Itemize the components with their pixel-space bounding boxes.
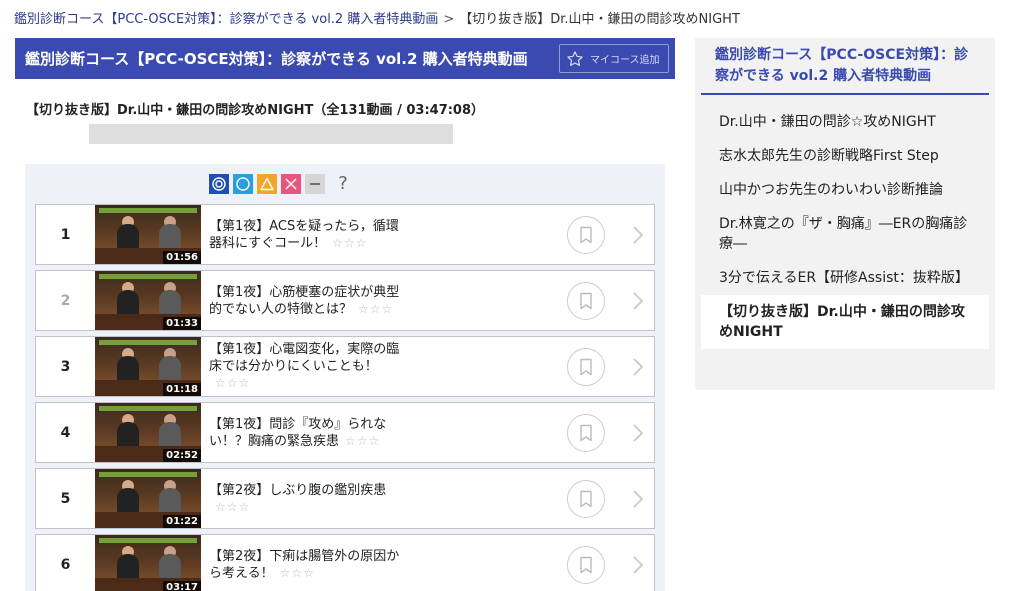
breadcrumb-separator: >: [443, 12, 455, 27]
chevron-right-icon[interactable]: [632, 357, 644, 377]
video-number: 2: [60, 292, 71, 309]
double-circle-icon: [212, 177, 226, 191]
video-number: 5: [60, 490, 71, 507]
video-number: 1: [60, 226, 71, 243]
sidebar-list: Dr.山中・鎌田の問診☆攻めNIGHT 志水太郎先生の診断戦略First Ste…: [695, 105, 995, 349]
video-title-block: 【第1夜】心電図変化，実際の臨床では分かりにくいことも！ ☆☆☆: [209, 341, 409, 392]
video-rating-stars[interactable]: ☆☆☆: [332, 236, 367, 250]
filter-help-icon[interactable]: ?: [333, 174, 353, 194]
add-mycourse-label: マイコース追加: [590, 55, 660, 66]
video-duration: 03:17: [163, 581, 201, 591]
video-title-block: 【第1夜】問診『攻め』られない！？胸痛の緊急疾患 ☆☆☆: [209, 416, 409, 450]
bookmark-button[interactable]: [567, 348, 605, 386]
rating-filters: ?: [209, 174, 353, 194]
video-list-panel: ? 1 01:56 【第1夜】ACSを疑ったら，循環器科にすぐコール！ ☆☆☆ 2 01:…: [25, 164, 665, 591]
course-header: 鑑別診断コース【PCC-OSCE対策】：診察ができる vol.2 購入者特典動画…: [15, 38, 675, 79]
bookmark-button[interactable]: [567, 480, 605, 518]
breadcrumb-course-link[interactable]: 鑑別診断コース【PCC-OSCE対策】：診察ができる vol.2 購入者特典動画: [14, 12, 438, 27]
chevron-right-icon[interactable]: [632, 225, 644, 245]
course-title: 鑑別診断コース【PCC-OSCE対策】：診察ができる vol.2 購入者特典動画: [25, 50, 528, 68]
video-title-block: 【第1夜】ACSを疑ったら，循環器科にすぐコール！ ☆☆☆: [209, 218, 409, 252]
chevron-right-icon[interactable]: [632, 489, 644, 509]
video-title: 【第1夜】心電図変化，実際の臨床では分かりにくいことも！: [209, 342, 400, 374]
video-row[interactable]: 2 01:33 【第1夜】心筋梗塞の症状が典型的でない人の特徴とは？ ☆☆☆: [35, 270, 655, 331]
video-duration: 01:18: [163, 383, 201, 396]
video-thumbnail[interactable]: 01:18: [95, 337, 201, 396]
progress-bar: [89, 124, 453, 144]
video-duration: 01:33: [163, 317, 201, 330]
sidebar-item-yamanaka[interactable]: 山中かつお先生のわいわい診断推論: [695, 173, 995, 207]
chevron-right-icon[interactable]: [632, 291, 644, 311]
bookmark-button[interactable]: [567, 414, 605, 452]
bookmark-button[interactable]: [567, 282, 605, 320]
dash-icon: [310, 183, 320, 185]
filter-dash[interactable]: [305, 174, 325, 194]
add-mycourse-button[interactable]: マイコース追加: [559, 44, 669, 73]
video-title: 【第2夜】しぶり腹の鑑別疾患: [209, 482, 387, 498]
filter-triangle[interactable]: [257, 174, 277, 194]
video-rating-stars[interactable]: ☆☆☆: [358, 302, 393, 316]
bookmark-icon: [580, 556, 592, 574]
breadcrumb-current: 【切り抜き版】Dr.山中・鎌田の問診攻めNIGHT: [459, 12, 740, 27]
breadcrumb: 鑑別診断コース【PCC-OSCE対策】：診察ができる vol.2 購入者特典動画…: [14, 8, 740, 27]
bookmark-icon: [580, 292, 592, 310]
video-title-block: 【第2夜】しぶり腹の鑑別疾患 ☆☆☆: [209, 482, 409, 516]
bookmark-icon: [580, 358, 592, 376]
bookmark-button[interactable]: [567, 216, 605, 254]
filter-circle[interactable]: [233, 174, 253, 194]
sidebar-item-3min-er[interactable]: 3分で伝えるER【研修Assist：抜粋版】: [695, 261, 995, 295]
cross-icon: [285, 178, 297, 190]
video-row[interactable]: 6 03:17 【第2夜】下痢は腸管外の原因から考える！ ☆☆☆: [35, 534, 655, 591]
video-duration: 01:22: [163, 515, 201, 528]
sidebar: 鑑別診断コース【PCC-OSCE対策】：診察ができる vol.2 購入者特典動画…: [695, 38, 995, 390]
video-thumbnail[interactable]: 02:52: [95, 403, 201, 462]
circle-icon: [236, 177, 250, 191]
sidebar-item-kirinuki[interactable]: 【切り抜き版】Dr.山中・鎌田の問診攻めNIGHT: [701, 295, 989, 349]
video-rating-stars[interactable]: ☆☆☆: [215, 376, 250, 390]
star-outline-icon: [567, 50, 583, 66]
video-duration: 02:52: [163, 449, 201, 462]
video-number: 6: [60, 556, 71, 573]
video-rating-stars[interactable]: ☆☆☆: [215, 500, 250, 514]
video-row[interactable]: 4 02:52 【第1夜】問診『攻め』られない！？胸痛の緊急疾患 ☆☆☆: [35, 402, 655, 463]
section-title: 【切り抜き版】Dr.山中・鎌田の問診攻めNIGHT（全131動画 / 03:47…: [26, 103, 485, 118]
video-row[interactable]: 5 01:22 【第2夜】しぶり腹の鑑別疾患 ☆☆☆: [35, 468, 655, 529]
video-rating-stars[interactable]: ☆☆☆: [345, 434, 380, 448]
sidebar-title[interactable]: 鑑別診断コース【PCC-OSCE対策】：診察ができる vol.2 購入者特典動画: [701, 38, 989, 95]
video-thumbnail[interactable]: 03:17: [95, 535, 201, 591]
video-row[interactable]: 3 01:18 【第1夜】心電図変化，実際の臨床では分かりにくいことも！ ☆☆☆: [35, 336, 655, 397]
bookmark-icon: [580, 490, 592, 508]
chevron-right-icon[interactable]: [632, 555, 644, 575]
video-title-block: 【第1夜】心筋梗塞の症状が典型的でない人の特徴とは？ ☆☆☆: [209, 284, 409, 318]
sidebar-item-hayashi[interactable]: Dr.林寛之の『ザ・胸痛』―ERの胸痛診療―: [695, 207, 995, 261]
video-number: 3: [60, 358, 71, 375]
video-thumbnail[interactable]: 01:56: [95, 205, 201, 264]
filter-cross[interactable]: [281, 174, 301, 194]
video-row[interactable]: 1 01:56 【第1夜】ACSを疑ったら，循環器科にすぐコール！ ☆☆☆: [35, 204, 655, 265]
sidebar-item-shimizu[interactable]: 志水太郎先生の診断戦略First Step: [695, 139, 995, 173]
bookmark-icon: [580, 226, 592, 244]
video-rating-stars[interactable]: ☆☆☆: [280, 566, 315, 580]
chevron-right-icon[interactable]: [632, 423, 644, 443]
bookmark-button[interactable]: [567, 546, 605, 584]
video-title-block: 【第2夜】下痢は腸管外の原因から考える！ ☆☆☆: [209, 548, 409, 582]
video-duration: 01:56: [163, 251, 201, 264]
triangle-icon: [260, 177, 274, 191]
video-number: 4: [60, 424, 71, 441]
bookmark-icon: [580, 424, 592, 442]
video-thumbnail[interactable]: 01:22: [95, 469, 201, 528]
video-title: 【第1夜】ACSを疑ったら，循環器科にすぐコール！: [209, 218, 399, 251]
video-thumbnail[interactable]: 01:33: [95, 271, 201, 330]
sidebar-item-mondai-night[interactable]: Dr.山中・鎌田の問診☆攻めNIGHT: [695, 105, 995, 139]
filter-double-circle[interactable]: [209, 174, 229, 194]
